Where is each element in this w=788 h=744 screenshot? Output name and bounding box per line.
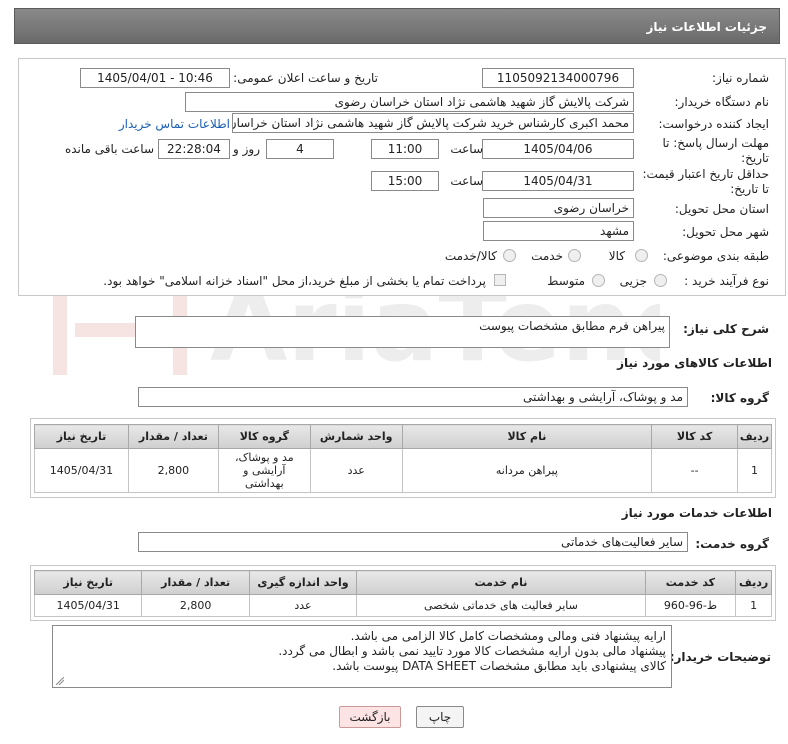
- city-field: مشهد: [483, 221, 634, 241]
- need-number-label: شماره نیاز:: [712, 71, 769, 85]
- city-label: شهر محل تحویل:: [682, 225, 769, 239]
- services-col-date: تاریخ نیاز: [33, 570, 143, 595]
- services-group-label: گروه خدمت:: [695, 537, 769, 551]
- buyer-notes-line2: پیشنهاد مالی بدون ارایه مشخصات کالا مورد…: [278, 644, 666, 658]
- services-col-unit: واحد اندازه گیری: [248, 570, 358, 595]
- goods-cell-name: پیراهن مردانه: [401, 448, 653, 493]
- summary-field: پیراهن فرم مطابق مشخصات پیوست: [135, 316, 670, 348]
- services-cell-row: 1: [735, 594, 772, 617]
- buyer-notes-label: توضیحات خریدار:: [669, 650, 771, 664]
- price-validity-label: حداقل تاریخ اعتبار قیمت: تا تاریخ:: [642, 167, 769, 196]
- goods-group-line2: آرایشی و: [243, 464, 286, 477]
- services-cell-qty: 2,800: [141, 594, 250, 617]
- goods-cell-group: مد و پوشاک، آرایشی و بهداشتی: [217, 448, 311, 493]
- goods-group-field: مد و پوشاک، آرایشی و بهداشتی: [138, 387, 688, 407]
- category-radio-service[interactable]: [568, 249, 581, 262]
- page-title-bar: جزئیات اطلاعات نیاز: [14, 8, 780, 44]
- price-hour-label: ساعت: [450, 174, 483, 188]
- table-row: 1 ط-96-960 سایر فعالیت های خدماتی شخصی ع…: [33, 594, 772, 617]
- treasury-payment-checkbox[interactable]: [494, 274, 506, 286]
- category-radio-goods[interactable]: [635, 249, 648, 262]
- services-table: ردیف کد خدمت نام خدمت واحد اندازه گیری ت…: [33, 570, 772, 617]
- goods-col-row: ردیف: [737, 424, 772, 449]
- services-col-row: ردیف: [735, 570, 772, 595]
- announce-label: تاریخ و ساعت اعلان عمومی:: [233, 71, 378, 85]
- back-button[interactable]: بازگشت: [339, 706, 401, 728]
- goods-col-date: تاریخ نیاز: [34, 424, 129, 449]
- requester-field: محمد اکبری کارشناس خرید شرکت پالایش گاز …: [232, 113, 634, 133]
- category-option-service: خدمت: [531, 249, 563, 263]
- buyer-notes-field: ارایه پیشنهاد فنی ومالی ومشخصات کامل کال…: [52, 625, 672, 688]
- buyer-notes-line1: ارایه پیشنهاد فنی ومالی ومشخصات کامل کال…: [350, 629, 666, 643]
- process-radio-medium[interactable]: [592, 274, 605, 287]
- page-title: جزئیات اطلاعات نیاز: [646, 20, 767, 34]
- table-row: 1 -- پیراهن مردانه عدد مد و پوشاک، آرایش…: [34, 448, 772, 493]
- reply-hour-label: ساعت: [450, 142, 483, 156]
- requester-label: ایجاد کننده درخواست:: [658, 117, 769, 131]
- buyer-org-label: نام دستگاه خریدار:: [674, 95, 770, 109]
- services-cell-code: ط-96-960: [644, 594, 737, 617]
- goods-table: ردیف کد کالا نام کالا واحد شمارش گروه کا…: [34, 424, 772, 493]
- category-label: طبقه بندی موضوعی:: [662, 249, 769, 263]
- services-cell-date: 1405/04/31: [33, 594, 143, 617]
- goods-group-label: گروه کالا:: [710, 391, 769, 405]
- category-option-goods: کالا: [608, 249, 625, 263]
- announce-field: 1405/04/01 - 10:46: [80, 68, 230, 88]
- category-radio-goods-service[interactable]: [503, 249, 516, 262]
- buyer-contact-link[interactable]: اطلاعات تماس خریدار: [119, 117, 230, 131]
- services-cell-name: سایر فعالیت های خدماتی شخصی: [356, 594, 646, 617]
- services-cell-unit: عدد: [248, 594, 358, 617]
- goods-cell-qty: 2,800: [127, 448, 219, 493]
- province-field: خراسان رضوی: [483, 198, 634, 218]
- goods-cell-date: 1405/04/31: [34, 448, 129, 493]
- services-col-qty: تعداد / مقدار: [141, 570, 250, 595]
- process-label: نوع فرآیند خرید :: [684, 274, 769, 288]
- process-radio-minor[interactable]: [654, 274, 667, 287]
- services-col-code: کد خدمت: [644, 570, 737, 595]
- goods-group-line1: مد و پوشاک،: [234, 451, 294, 464]
- goods-col-name: نام کالا: [401, 424, 653, 449]
- buyer-org-field: شرکت پالایش گاز شهید هاشمی نژاد استان خر…: [185, 92, 634, 112]
- resize-grip-icon[interactable]: [56, 677, 64, 685]
- services-table-header: ردیف کد خدمت نام خدمت واحد اندازه گیری ت…: [33, 570, 772, 595]
- process-option-medium: متوسط: [547, 274, 585, 288]
- services-col-name: نام خدمت: [356, 570, 646, 595]
- goods-cell-row: 1: [737, 448, 772, 493]
- days-label: روز و: [233, 142, 260, 156]
- buyer-notes-line3: کالای پیشنهادی باید مطابق مشخصات DATA SH…: [332, 659, 666, 673]
- reply-deadline-label: مهلت ارسال پاسخ: تا تاریخ:: [662, 136, 769, 165]
- reply-date-field: 1405/04/06: [482, 139, 634, 159]
- goods-col-group: گروه کالا: [217, 424, 311, 449]
- services-section-title: اطلاعات خدمات مورد نیاز: [621, 506, 772, 520]
- summary-label: شرح کلی نیاز:: [683, 322, 769, 336]
- remaining-label: ساعت باقی مانده: [64, 142, 154, 156]
- print-button[interactable]: چاپ: [416, 706, 464, 728]
- process-option-minor: جزیی: [619, 274, 647, 288]
- goods-col-unit: واحد شمارش: [309, 424, 403, 449]
- remaining-time-field: 22:28:04: [158, 139, 230, 159]
- services-group-field: سایر فعالیت‌های خدماتی: [138, 532, 688, 552]
- goods-cell-code: --: [651, 448, 739, 493]
- days-field: 4: [266, 139, 334, 159]
- need-number-field: 1105092134000796: [482, 68, 634, 88]
- goods-table-header: ردیف کد کالا نام کالا واحد شمارش گروه کا…: [34, 424, 772, 449]
- goods-col-qty: تعداد / مقدار: [127, 424, 219, 449]
- treasury-payment-text: پرداخت تمام یا بخشی از مبلغ خرید،از محل …: [103, 274, 486, 288]
- goods-col-code: کد کالا: [651, 424, 739, 449]
- goods-group-line3: بهداشتی: [244, 477, 284, 490]
- reply-time-field: 11:00: [371, 139, 439, 159]
- goods-cell-unit: عدد: [309, 448, 403, 493]
- price-time-field: 15:00: [371, 171, 439, 191]
- category-option-goods-service: کالا/خدمت: [444, 249, 497, 263]
- price-date-field: 1405/04/31: [482, 171, 634, 191]
- province-label: استان محل تحویل:: [674, 202, 769, 216]
- goods-section-title: اطلاعات کالاهای مورد نیاز: [617, 356, 772, 370]
